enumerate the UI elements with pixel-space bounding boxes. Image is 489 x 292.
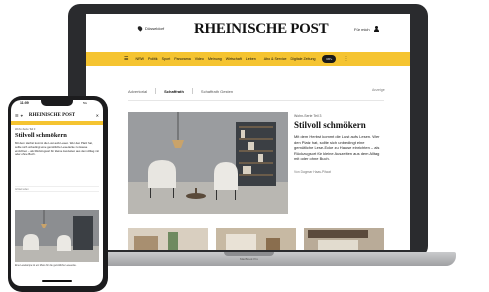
tab-schaffrath-gesten[interactable]: Schaffrath Gesten bbox=[201, 89, 233, 94]
laptop-model-label: MacBook Pro bbox=[239, 257, 258, 261]
site-logo[interactable]: RHEINISCHE POST bbox=[194, 21, 329, 38]
teaser-image[interactable] bbox=[128, 228, 208, 250]
nav-item[interactable]: Leben bbox=[246, 57, 256, 61]
hero-author: Von Dagmar Haas-Pilwat bbox=[294, 170, 331, 174]
teaser-image[interactable] bbox=[216, 228, 296, 250]
hero-image[interactable] bbox=[128, 112, 288, 214]
room-photo bbox=[216, 228, 296, 250]
share-bar[interactable]: Artikel teilen bbox=[15, 186, 99, 192]
divider bbox=[191, 88, 193, 94]
nav-item[interactable]: Meinung bbox=[208, 57, 222, 61]
user-icon bbox=[373, 26, 379, 32]
ad-label: Anzeige bbox=[372, 88, 385, 92]
hero-title[interactable]: Stilvoll schmökern bbox=[294, 120, 366, 130]
divider bbox=[128, 100, 384, 101]
teaser-image[interactable] bbox=[304, 228, 384, 250]
image-caption: Eine Leselampe ist ein Muss für die gemü… bbox=[15, 264, 77, 267]
laptop-screen: Düsseldorf RHEINISCHE POST Für mich ☰ NR… bbox=[86, 14, 410, 250]
article-title: Stilvoll schmökern bbox=[15, 132, 67, 139]
article-teaser: Mit dem Herbst kommt die Lust aufs Lesen… bbox=[15, 141, 99, 157]
room-photo bbox=[128, 228, 208, 250]
status-network: 5G bbox=[83, 101, 88, 105]
more-vertical-icon[interactable]: ⋮ bbox=[343, 56, 348, 62]
nav-item[interactable]: Politik bbox=[148, 57, 158, 61]
nav-item[interactable]: Sport bbox=[162, 57, 171, 61]
teaser-row bbox=[128, 228, 384, 250]
nav-item[interactable]: Digitale Zeitung bbox=[291, 57, 316, 61]
location-label: Düsseldorf bbox=[145, 26, 165, 31]
nav-item[interactable]: Panorama bbox=[174, 57, 191, 61]
home-indicator[interactable] bbox=[42, 280, 72, 282]
brand-bar bbox=[11, 121, 103, 125]
rp-plus-badge[interactable]: RP+ bbox=[322, 55, 337, 63]
nav-item[interactable]: NRW bbox=[135, 57, 144, 61]
status-time: 11:09 bbox=[20, 101, 29, 105]
account-label: Für mich bbox=[354, 26, 370, 32]
nav-item[interactable]: Abo & Service bbox=[264, 57, 287, 61]
hero-kicker: Wohn-Serie Teil 3 bbox=[294, 114, 322, 118]
location-pin-icon[interactable]: ⌖ bbox=[21, 113, 23, 118]
hero-teaser: Mit dem Herbst kommt die Lust aufs Lesen… bbox=[294, 134, 380, 162]
reading-nook-illustration bbox=[128, 112, 288, 214]
close-icon[interactable]: ✕ bbox=[96, 113, 99, 118]
location-pin-icon bbox=[136, 25, 144, 32]
location-selector[interactable]: Düsseldorf bbox=[136, 25, 165, 32]
mobile-header: ☰ ⌖ RHEINISCHE POST ✕ bbox=[11, 110, 103, 120]
room-photo bbox=[304, 228, 384, 250]
main-nav: ☰ NRW Politik Sport Panorama Video Meinu… bbox=[86, 52, 410, 66]
phone-notch bbox=[41, 100, 73, 106]
phone-screen: 11:09 5G ☰ ⌖ RHEINISCHE POST ✕ Wohn-Seri… bbox=[11, 100, 103, 286]
divider bbox=[155, 88, 157, 94]
site-header: Düsseldorf RHEINISCHE POST Für mich bbox=[86, 14, 410, 46]
account-button[interactable]: Für mich bbox=[354, 26, 379, 32]
hamburger-icon[interactable]: ☰ bbox=[124, 56, 128, 62]
site-logo[interactable]: RHEINISCHE POST bbox=[29, 113, 75, 118]
hamburger-icon[interactable]: ☰ bbox=[15, 113, 19, 118]
laptop-notch bbox=[224, 252, 274, 256]
tab-schaffrath[interactable]: Schaffrath bbox=[164, 89, 184, 94]
nav-item[interactable]: Wirtschaft bbox=[226, 57, 242, 61]
tab-advertorial[interactable]: Advertorial bbox=[128, 89, 147, 94]
section-tabs: Advertorial Schaffrath Schaffrath Gesten bbox=[128, 88, 233, 94]
nav-item[interactable]: Video bbox=[195, 57, 204, 61]
reading-nook-illustration bbox=[15, 210, 99, 262]
article-kicker: Wohn-Serie Teil 3 bbox=[15, 128, 36, 131]
article-image[interactable] bbox=[15, 210, 99, 262]
